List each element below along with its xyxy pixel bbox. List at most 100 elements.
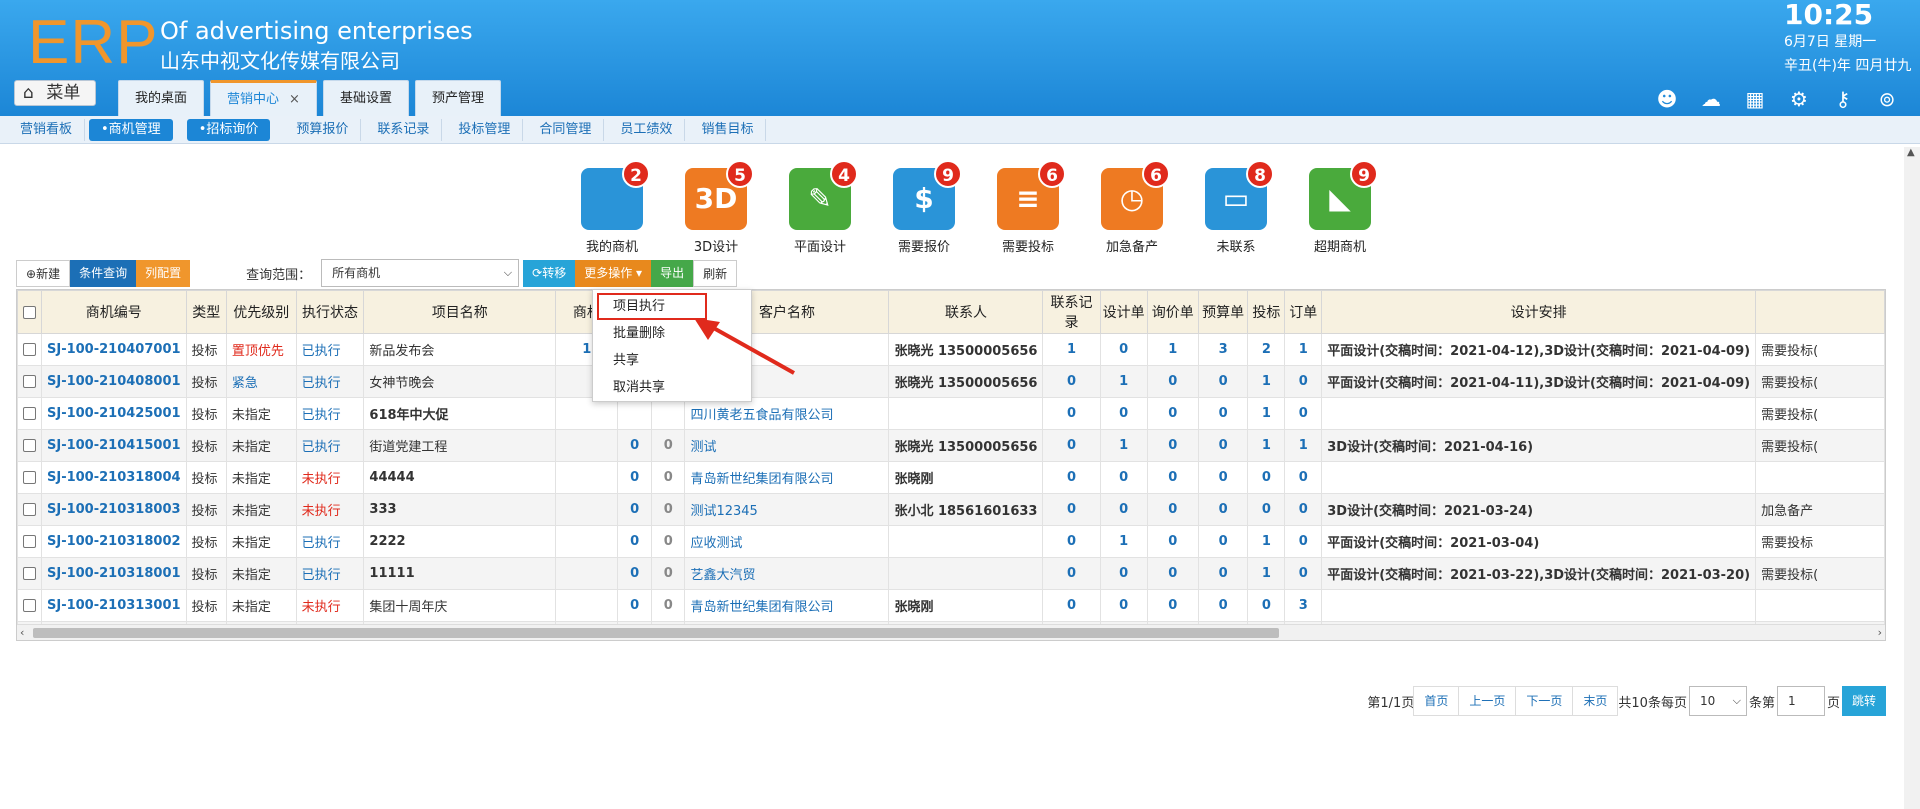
subnav-bid-management[interactable]: 投标管理 xyxy=(446,118,524,141)
row-checkbox[interactable] xyxy=(23,535,36,548)
select-all-checkbox[interactable] xyxy=(23,305,36,319)
shortcut-need-quote[interactable]: $ 9 需要报价 xyxy=(872,160,976,255)
table-row[interactable]: SJ-100-210318002 投标 未指定 已执行 2222 0 0 应收测试 0 1 0 0 1 0… xyxy=(17,525,1885,558)
table-cell[interactable]: SJ-100-210313001 xyxy=(41,589,187,622)
shortcut-3d-design[interactable]: 3D 5 3D设计 xyxy=(664,160,768,255)
subnav-budget-quote[interactable]: 预算报价 xyxy=(284,118,362,141)
menu-item-unshare[interactable]: 取消共享 xyxy=(593,374,751,401)
subnav-sales-target[interactable]: 销售目标 xyxy=(689,118,767,141)
table-cell[interactable]: SJ-100-210408001 xyxy=(41,365,187,398)
table-cell[interactable]: 应收测试 xyxy=(684,525,890,558)
query-button[interactable]: 条件查询 xyxy=(70,259,137,287)
shortcut-need-bid[interactable]: ≡ 6 需要投标 xyxy=(976,160,1080,255)
table-cell: 618年中大促 xyxy=(363,397,557,430)
shortcut-urgent-prep[interactable]: ◷ 6 加急备产 xyxy=(1080,160,1184,255)
table-cell[interactable]: SJ-100-210407001 xyxy=(41,333,187,366)
scrollbar-thumb[interactable] xyxy=(33,628,1279,638)
collapse-icon[interactable]: ⊚ xyxy=(1872,86,1902,112)
table-cell: 0 xyxy=(1284,397,1323,430)
shortcut-my-opportunity[interactable]: 2 我的商机 xyxy=(560,160,664,255)
close-icon[interactable]: × xyxy=(289,92,300,107)
table-header: 商机编号 类型 优先级别 执行状态 项目名称 商机 客户名称 联系人 联系记录 设计单 询价单 预算单… xyxy=(17,290,1885,334)
table-row[interactable]: SJ-100-210313001 投标 未指定 未执行 集团十周年庆 0 0 青岛新世纪集团有… xyxy=(17,589,1885,622)
row-checkbox[interactable] xyxy=(23,567,36,580)
new-button[interactable]: ⊕新建 xyxy=(16,259,71,287)
table-cell[interactable]: 青岛新世纪集团有限公司 xyxy=(684,461,890,494)
table-cell[interactable]: SJ-100-210318001 xyxy=(41,557,187,590)
table-cell[interactable]: SJ-100-210425001 xyxy=(41,397,187,430)
subnav-marketing-board[interactable]: 营销看板 xyxy=(8,118,86,141)
key-icon[interactable]: ⚷ xyxy=(1828,86,1858,112)
goto-page-input[interactable]: 1 xyxy=(1776,686,1825,716)
row-select-cell xyxy=(17,333,42,366)
horizontal-scrollbar[interactable]: ‹ › xyxy=(17,624,1885,640)
table-cell[interactable]: 艺鑫大汽贸 xyxy=(684,557,890,590)
refresh-button[interactable]: 刷新 xyxy=(693,259,738,287)
table-cell[interactable]: SJ-100-210318004 xyxy=(41,461,187,494)
apps-icon[interactable]: ▦ xyxy=(1740,86,1770,112)
table-cell: 未执行 xyxy=(295,461,365,494)
table-cell: 1 xyxy=(1247,365,1286,398)
export-button[interactable]: 导出 xyxy=(651,259,694,287)
row-checkbox[interactable] xyxy=(23,599,36,612)
subnav-opportunity[interactable]: •商机管理 xyxy=(89,118,173,141)
shortcut-overdue[interactable]: ◣ 9 超期商机 xyxy=(1288,160,1392,255)
table-cell[interactable]: SJ-100-210318002 xyxy=(41,525,187,558)
table-cell: 0 xyxy=(617,461,652,494)
user-icon[interactable]: ☻ xyxy=(1652,86,1682,112)
table-row[interactable]: SJ-100-210425001 投标 未指定 已执行 618年中大促 四川黄老五食品有限… xyxy=(17,397,1885,430)
row-checkbox[interactable] xyxy=(23,503,36,516)
chevron-right-icon[interactable]: › xyxy=(1878,625,1882,640)
table-cell: 0 xyxy=(1146,461,1199,494)
table-row[interactable]: SJ-100-210408001投标紧急已执行女神节晚会测试张晓光 135000… xyxy=(17,365,1885,398)
prev-page-button[interactable]: 上一页 xyxy=(1458,686,1517,716)
more-actions-button[interactable]: 更多操作 ▾ xyxy=(575,259,652,287)
table-cell[interactable]: 青岛新世纪集团有限公司 xyxy=(684,589,890,622)
per-page-select[interactable]: 10 ⌵ xyxy=(1688,686,1747,716)
row-checkbox[interactable] xyxy=(23,471,36,484)
row-checkbox[interactable] xyxy=(23,375,36,388)
table-row[interactable]: SJ-100-210415001 投标 未指定 已执行 街道党建工程 0 0 测试 张晓光 13… xyxy=(17,429,1885,462)
tab-preproduction[interactable]: 预产管理 xyxy=(414,80,501,116)
menu-item-project-execute[interactable]: 项目执行 xyxy=(597,293,707,320)
table-cell[interactable]: 四川黄老五食品有限公司 xyxy=(684,397,890,430)
gear-icon[interactable]: ⚙ xyxy=(1784,86,1814,112)
row-checkbox[interactable] xyxy=(23,407,36,420)
subnav-contract-management[interactable]: 合同管理 xyxy=(527,118,605,141)
table-cell[interactable]: 测试 xyxy=(684,429,890,462)
subnav-staff-performance[interactable]: 员工绩效 xyxy=(608,118,686,141)
count-badge: 8 xyxy=(1246,160,1274,188)
columns-button[interactable]: 列配置 xyxy=(136,259,191,287)
menu-button[interactable]: ⌂ 菜单 xyxy=(14,80,96,106)
row-checkbox[interactable] xyxy=(23,439,36,452)
table-row[interactable]: SJ-100-210318003 投标 未指定 未执行 333 0 0 测试12345 张小北 … xyxy=(17,493,1885,526)
subnav-tender-inquiry[interactable]: •招标询价 xyxy=(186,118,271,141)
chevron-up-icon[interactable]: ▲ xyxy=(1907,147,1915,158)
row-checkbox[interactable] xyxy=(23,343,36,356)
table-row[interactable]: SJ-100-210407001投标置顶优先已执行新品发布会1测试张晓光 135… xyxy=(17,333,1885,366)
chevron-down-icon: ⌵ xyxy=(503,266,513,279)
table-row[interactable]: SJ-100-210318001 投标 未指定 已执行 11111 0 0 艺鑫大汽贸 0 0 0 0… xyxy=(17,557,1885,590)
next-page-button[interactable]: 下一页 xyxy=(1515,686,1574,716)
table-cell[interactable]: SJ-100-210318003 xyxy=(41,493,187,526)
first-page-button[interactable]: 首页 xyxy=(1413,686,1460,716)
table-row[interactable]: SJ-100-210318004 投标 未指定 未执行 44444 0 0 青岛新世纪集团有限… xyxy=(17,461,1885,494)
range-select[interactable]: 所有商机 ⌵ xyxy=(321,259,520,287)
table-cell[interactable]: SJ-100-210415001 xyxy=(41,429,187,462)
shortcut-not-contacted[interactable]: ▭ 8 未联系 xyxy=(1184,160,1288,255)
table-cell: 需要投标( xyxy=(1755,429,1885,462)
chevron-left-icon[interactable]: ‹ xyxy=(20,625,24,640)
table-cell: 0 xyxy=(1197,493,1249,526)
last-page-button[interactable]: 末页 xyxy=(1572,686,1619,716)
transfer-button[interactable]: ⟳转移 xyxy=(523,259,576,287)
table-cell: 0 xyxy=(1284,461,1323,494)
page-scrollbar[interactable]: ▲ xyxy=(1904,147,1920,809)
shortcut-graphic-design[interactable]: ✎ 4 平面设计 xyxy=(768,160,872,255)
goto-button[interactable]: 跳转 xyxy=(1841,686,1886,716)
tab-marketing[interactable]: 营销中心 × xyxy=(210,80,317,116)
tab-desktop[interactable]: 我的桌面 xyxy=(118,80,205,116)
table-cell[interactable]: 测试12345 xyxy=(684,493,890,526)
subnav-contact-records[interactable]: 联系记录 xyxy=(365,118,443,141)
cloud-upload-icon[interactable]: ☁ xyxy=(1696,86,1726,112)
tab-basic-settings[interactable]: 基础设置 xyxy=(322,80,409,116)
